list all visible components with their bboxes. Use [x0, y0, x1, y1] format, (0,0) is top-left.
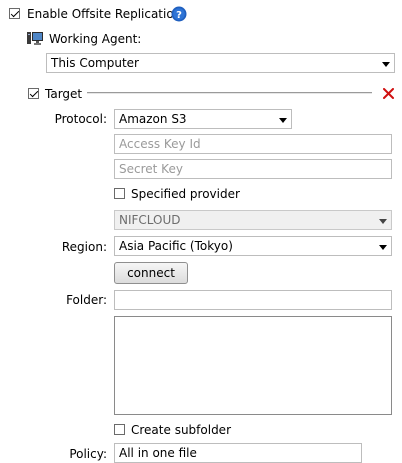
secret-key-input[interactable]: Secret Key — [114, 159, 392, 179]
specified-provider-label: Specified provider — [131, 187, 240, 201]
region-value: Asia Pacific (Tokyo) — [119, 239, 233, 253]
offsite-replication-checkbox[interactable] — [9, 8, 20, 19]
remove-target-icon[interactable] — [383, 88, 394, 99]
secret-key-placeholder: Secret Key — [119, 162, 183, 176]
create-subfolder-label: Create subfolder — [131, 423, 231, 437]
chevron-down-icon — [379, 219, 387, 224]
chevron-down-icon — [279, 118, 287, 123]
protocol-value: Amazon S3 — [119, 112, 187, 126]
create-subfolder-checkbox[interactable] — [114, 424, 125, 435]
policy-value: All in one file — [119, 446, 197, 460]
policy-label: Policy: — [69, 447, 107, 461]
access-key-placeholder: Access Key Id — [119, 137, 201, 151]
target-label: Target — [45, 87, 83, 101]
access-key-input[interactable]: Access Key Id — [114, 134, 392, 154]
region-select[interactable]: Asia Pacific (Tokyo) — [114, 236, 392, 256]
specified-provider-checkbox[interactable] — [114, 188, 125, 199]
offsite-replication-label: Enable Offsite Replication — [27, 7, 182, 21]
target-checkbox[interactable] — [28, 88, 39, 99]
svg-text:?: ? — [176, 10, 182, 21]
working-agent-select[interactable]: This Computer — [46, 53, 395, 73]
folder-input[interactable] — [114, 290, 392, 310]
connect-button[interactable]: connect — [114, 262, 188, 284]
protocol-select[interactable]: Amazon S3 — [114, 109, 292, 129]
help-icon[interactable]: ? — [171, 6, 187, 22]
computer-icon — [27, 32, 43, 45]
working-agent-label: Working Agent: — [49, 32, 142, 46]
provider-value: NIFCLOUD — [119, 213, 181, 227]
folder-tree[interactable] — [114, 316, 392, 415]
chevron-down-icon — [379, 245, 387, 250]
chevron-down-icon — [382, 62, 390, 67]
provider-select: NIFCLOUD — [114, 210, 392, 230]
folder-label: Folder: — [66, 293, 107, 307]
protocol-label: Protocol: — [54, 112, 107, 126]
target-separator — [87, 92, 372, 94]
region-label: Region: — [61, 240, 107, 254]
policy-select[interactable]: All in one file — [114, 443, 362, 463]
working-agent-value: This Computer — [51, 56, 139, 70]
